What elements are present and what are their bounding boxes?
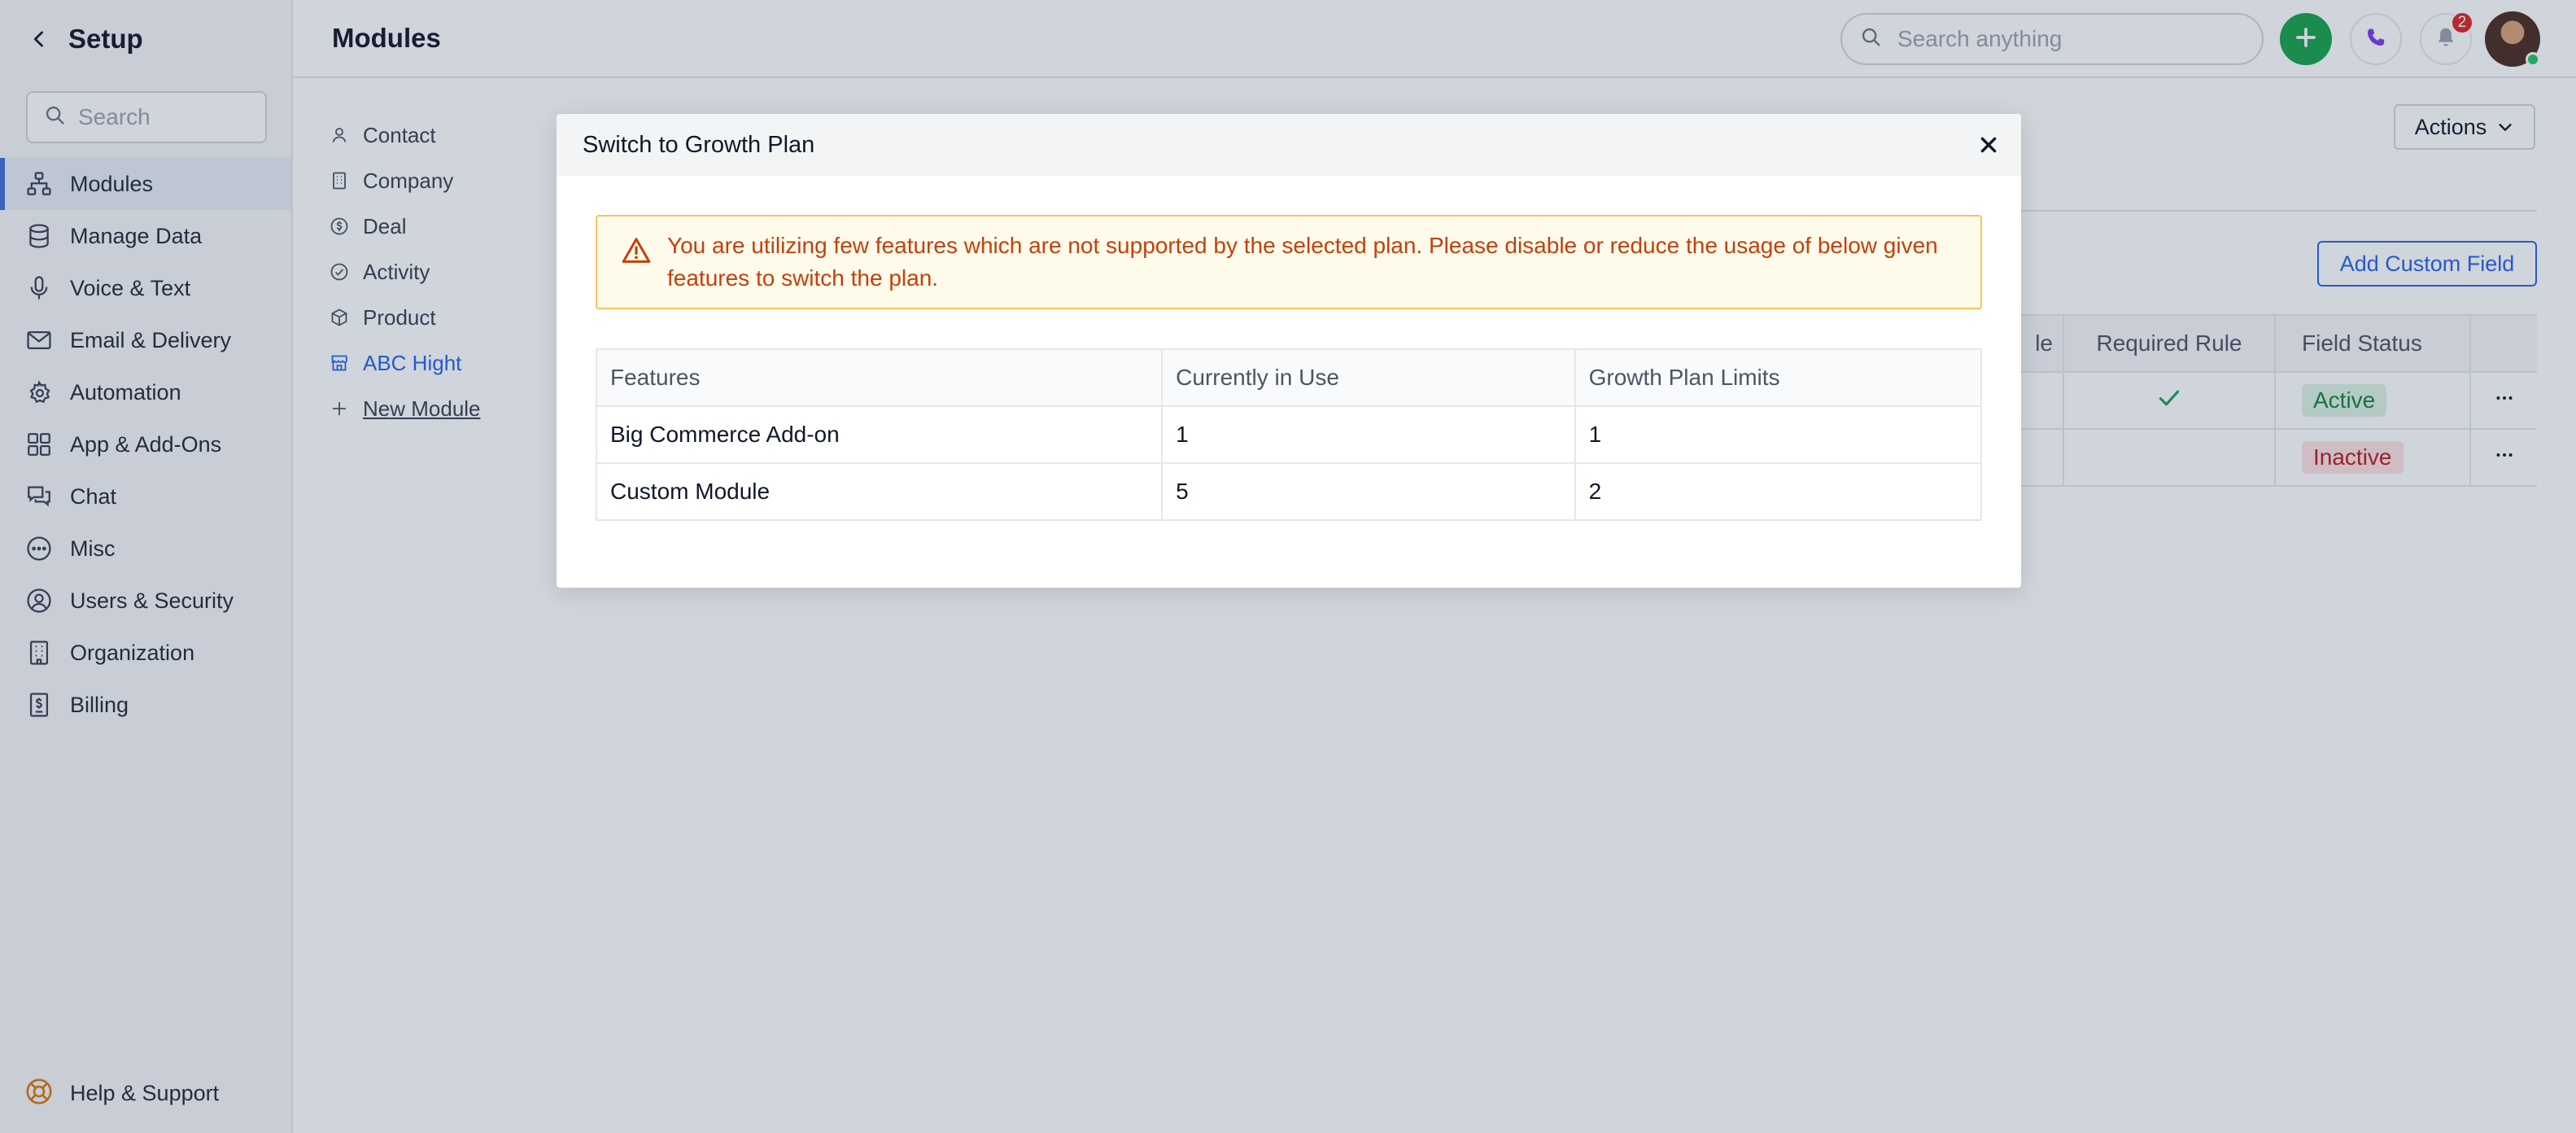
plan-limit-cell: 2 <box>1574 462 1983 521</box>
switch-plan-modal: Switch to Growth Plan You are utilizing … <box>557 114 2021 588</box>
warning-message: You are utilizing few features which are… <box>667 233 1938 291</box>
warning-triangle-icon <box>620 234 653 267</box>
modal-header: Switch to Growth Plan <box>557 114 2021 176</box>
table-row: Custom Module 5 2 <box>595 462 1983 521</box>
warning-alert: You are utilizing few features which are… <box>596 215 1982 309</box>
features-table-header: Features Currently in Use Growth Plan Li… <box>595 348 1983 407</box>
current-usage-cell: 5 <box>1161 462 1576 521</box>
feature-name-cell: Big Commerce Add-on <box>595 405 1164 464</box>
features-table: Features Currently in Use Growth Plan Li… <box>595 348 1983 521</box>
modal-title: Switch to Growth Plan <box>583 131 815 158</box>
column-header: Currently in Use <box>1161 348 1576 407</box>
table-row: Big Commerce Add-on 1 1 <box>595 405 1983 464</box>
column-header: Growth Plan Limits <box>1574 348 1983 407</box>
close-icon[interactable] <box>1976 132 2002 158</box>
current-usage-cell: 1 <box>1161 405 1576 464</box>
feature-name-cell: Custom Module <box>595 462 1164 521</box>
plan-limit-cell: 1 <box>1574 405 1983 464</box>
column-header: Features <box>595 348 1164 407</box>
